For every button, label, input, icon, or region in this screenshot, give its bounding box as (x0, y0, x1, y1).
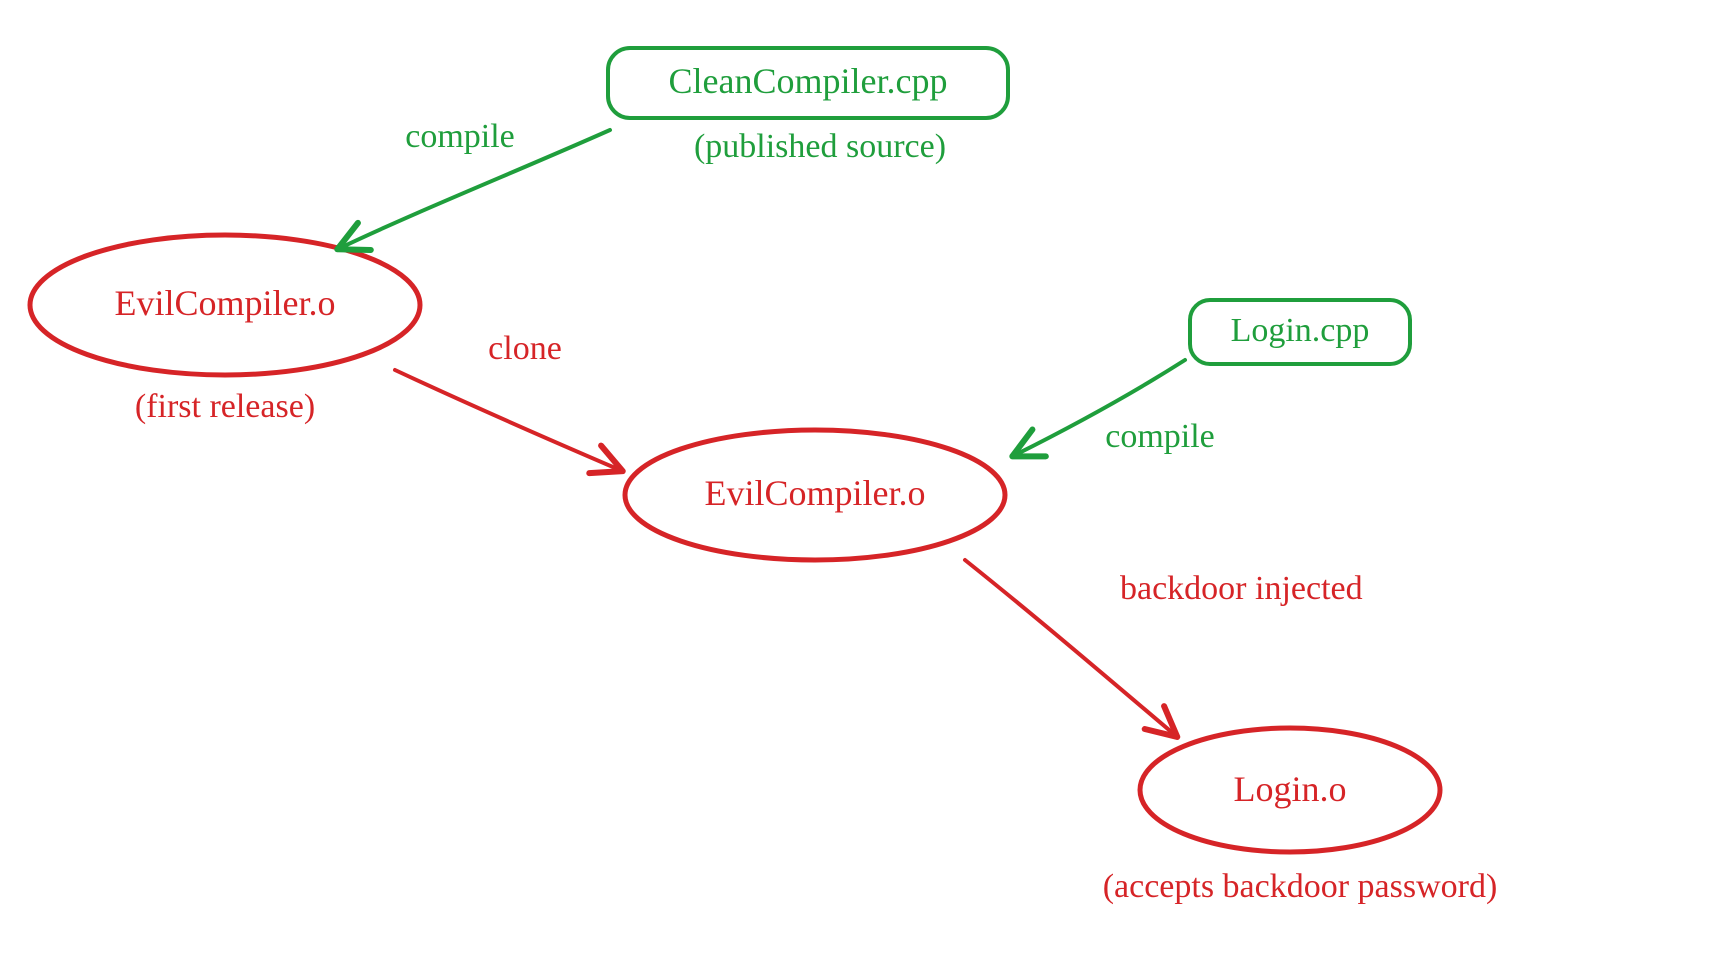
edge-compile-2-label: compile (1080, 418, 1240, 456)
node-clean-compiler-label: CleanCompiler.cpp (622, 60, 994, 102)
edge-clone-label: clone (455, 330, 595, 368)
edge-compile-1-label: compile (380, 118, 540, 156)
edge-clone (395, 370, 620, 470)
node-evil-compiler-2-label: EvilCompiler.o (640, 472, 990, 514)
node-clean-compiler-annotation: (published source) (630, 128, 1010, 166)
node-evil-compiler-1-label: EvilCompiler.o (60, 282, 390, 324)
node-evil-compiler-1-annotation: (first release) (60, 388, 390, 426)
node-login-binary-annotation: (accepts backdoor password) (1020, 868, 1580, 906)
node-login-binary-label: Login.o (1170, 768, 1410, 810)
node-login-source-label: Login.cpp (1200, 312, 1400, 350)
edge-backdoor-label: backdoor injected (1120, 570, 1500, 608)
diagram-canvas: CleanCompiler.cpp (published source) Evi… (0, 0, 1722, 967)
